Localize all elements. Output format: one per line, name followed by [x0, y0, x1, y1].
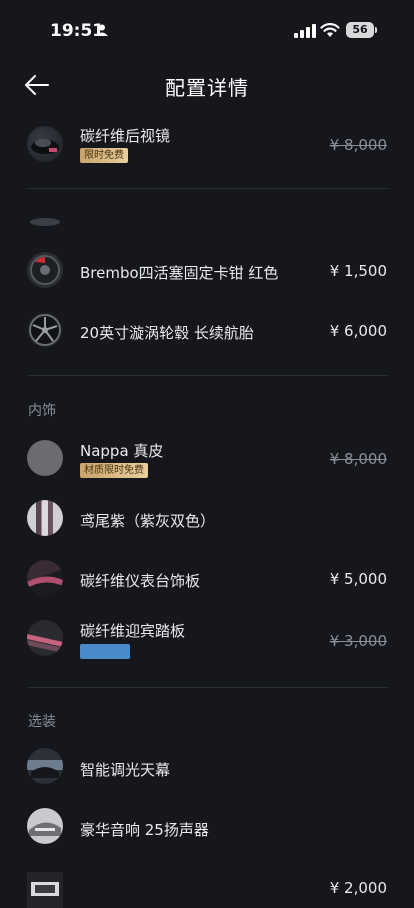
divider: [28, 687, 388, 688]
dash-thumbnail: [27, 560, 63, 596]
color-swatch-thumbnail: [27, 500, 63, 536]
audio-thumbnail: [27, 808, 63, 844]
nav-bar: 配置详情: [0, 62, 414, 108]
item-price: ¥ 3,000: [329, 632, 387, 650]
list-item-partial[interactable]: ¥ 2,000: [0, 868, 414, 908]
item-name: 20英寸漩涡轮毂 长续航胎: [80, 324, 254, 342]
item-price: ¥ 8,000: [329, 450, 387, 468]
divider: [28, 188, 388, 189]
sill-thumbnail: [27, 620, 63, 656]
list-item-caliper[interactable]: Brembo四活塞固定卡钳 红色 ¥ 1,500: [0, 245, 414, 295]
item-name: 碳纤维仪表台饰板: [80, 572, 201, 590]
list-item-dash[interactable]: 碳纤维仪表台饰板 ¥ 5,000: [0, 555, 414, 605]
item-price: ¥ 6,000: [329, 322, 387, 340]
wifi-icon: [320, 23, 340, 37]
item-name: 智能调光天幕: [80, 761, 171, 779]
item-price: ¥ 5,000: [329, 570, 387, 588]
partial-thumbnail: [27, 872, 63, 908]
item-price: ¥ 1,500: [329, 262, 387, 280]
promo-badge: 材质限时免费: [80, 463, 148, 478]
nappa-thumbnail: [27, 440, 63, 476]
caliper-thumbnail: [27, 252, 63, 288]
partial-thumbnail: [27, 210, 63, 230]
item-name: 鸢尾紫（紫灰双色）: [80, 512, 216, 530]
item-name: 碳纤维后视镜: [80, 127, 171, 145]
item-name: 碳纤维迎宾踏板: [80, 622, 186, 640]
list-item-sill[interactable]: 碳纤维迎宾踏板 ¥ 3,000: [0, 615, 414, 665]
divider: [28, 375, 388, 376]
item-price: ¥ 2,000: [329, 879, 387, 897]
list-item-wheels[interactable]: 20英寸漩涡轮毂 长续航胎 ¥ 6,000: [0, 305, 414, 355]
item-name: 豪华音响 25扬声器: [80, 821, 209, 839]
battery-cap: [375, 27, 377, 33]
promo-badge: 限时免费: [80, 148, 128, 163]
section-label-options: 选装: [28, 714, 56, 730]
person-icon: [96, 24, 108, 36]
battery-indicator: 56: [346, 22, 374, 38]
mirror-thumbnail: [27, 126, 63, 162]
item-name: Nappa 真皮: [80, 442, 164, 460]
list-item-audio[interactable]: 豪华音响 25扬声器: [0, 805, 414, 855]
list-item-mirror[interactable]: 碳纤维后视镜 限时免费 ¥ 8,000: [0, 120, 414, 170]
color-chip: [80, 644, 130, 659]
page-title: 配置详情: [165, 76, 249, 100]
wheel-thumbnail: [27, 312, 63, 348]
status-bar: 19:51 56: [0, 0, 414, 60]
roof-thumbnail: [27, 748, 63, 784]
list-item-nappa[interactable]: Nappa 真皮 材质限时免费 ¥ 8,000: [0, 435, 414, 485]
list-item-purple[interactable]: 鸢尾紫（紫灰双色）: [0, 495, 414, 545]
list-item-roof[interactable]: 智能调光天幕: [0, 745, 414, 795]
item-name: Brembo四活塞固定卡钳 红色: [80, 264, 279, 282]
signal-icon: [294, 24, 316, 38]
section-label-interior: 内饰: [28, 403, 56, 419]
item-price: ¥ 8,000: [329, 136, 387, 154]
